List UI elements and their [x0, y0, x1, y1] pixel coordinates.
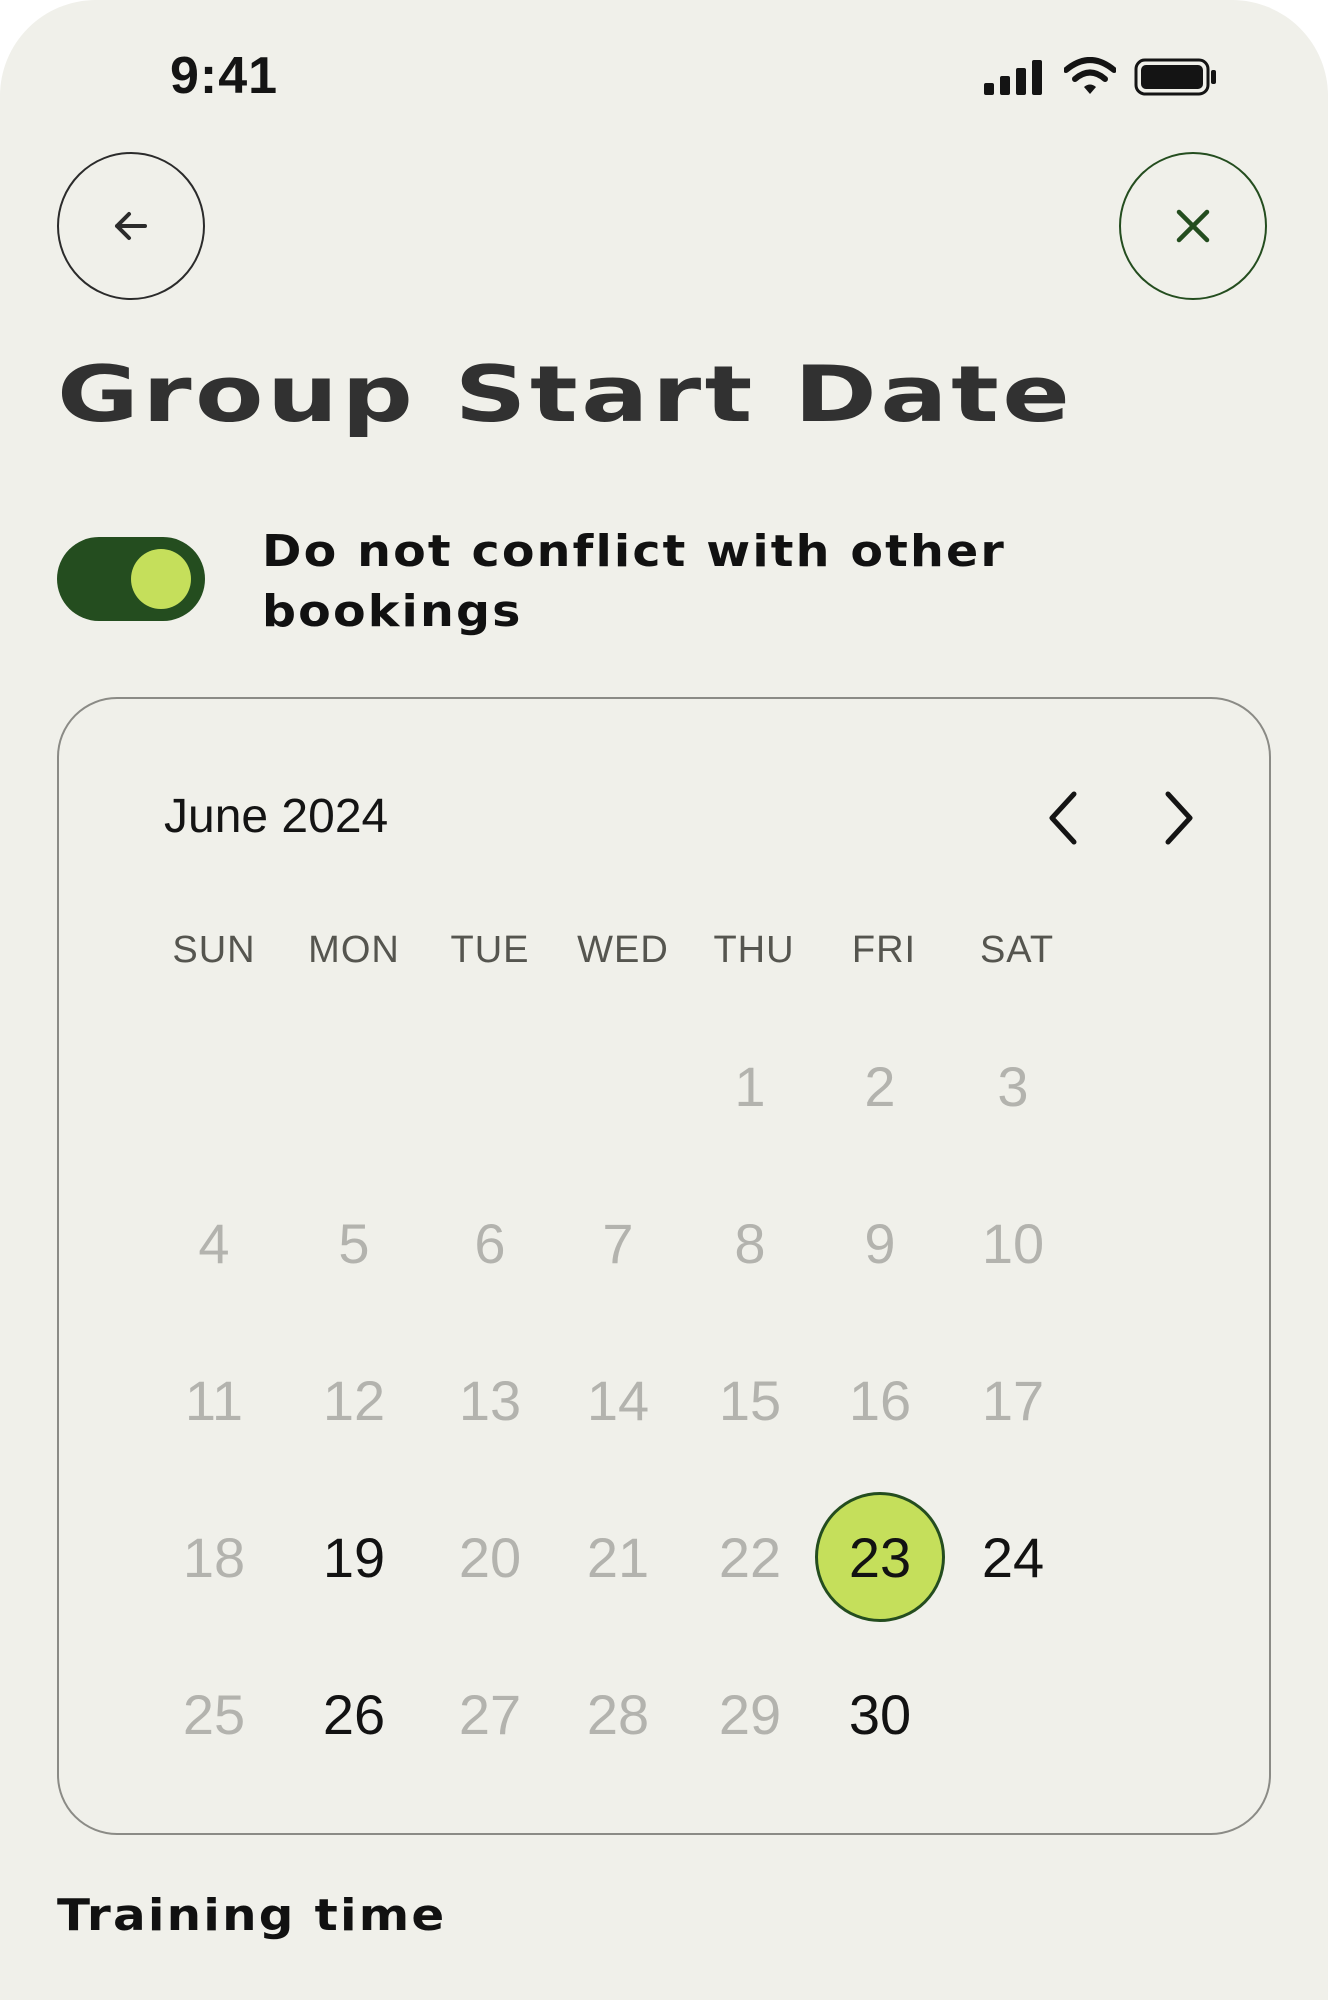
calendar-day: 18: [182, 1525, 246, 1589]
calendar-day: 11: [184, 1368, 244, 1432]
calendar-day: 9: [864, 1211, 896, 1275]
page-title: Group Start Date: [57, 350, 1074, 440]
calendar-day: 15: [718, 1368, 782, 1432]
calendar-day: 17: [981, 1368, 1045, 1432]
calendar-day: 22: [718, 1525, 782, 1589]
calendar-days-grid: 1 2 3 4 5 6 7 8 9 10 11 12 13 14 15 16 17 18 19 20 21 22 23 24 2…: [59, 699, 1269, 1833]
close-icon: [1176, 209, 1210, 243]
signal-icon: [984, 60, 1042, 95]
calendar-day: 5: [338, 1211, 370, 1275]
calendar-day[interactable]: 24: [948, 1492, 1078, 1622]
wifi-icon: [1064, 57, 1116, 94]
calendar-day: 8: [734, 1211, 766, 1275]
calendar-day-selected[interactable]: 23: [815, 1492, 945, 1622]
calendar-day: 21: [586, 1525, 650, 1589]
calendar-day: 4: [198, 1211, 230, 1275]
calendar-day: 29: [718, 1682, 782, 1746]
calendar-day: 16: [848, 1368, 912, 1432]
calendar-day: 3: [997, 1054, 1029, 1118]
status-icons: [982, 52, 1218, 102]
calendar-day: 12: [322, 1368, 386, 1432]
calendar-day: 6: [474, 1211, 506, 1275]
calendar-day: 27: [458, 1682, 522, 1746]
battery-icon: [1134, 58, 1216, 96]
arrow-left-icon: [115, 212, 147, 240]
screen: 9:41 Group Start Date Do not conflict wi…: [0, 0, 1328, 2000]
calendar-day: 14: [586, 1368, 650, 1432]
close-button[interactable]: [1119, 152, 1267, 300]
conflict-toggle[interactable]: [57, 537, 205, 621]
back-button[interactable]: [57, 152, 205, 300]
training-time-heading: Training time: [57, 1890, 447, 1941]
toggle-label: Do not conflict with other bookings: [262, 526, 1007, 637]
calendar-day: 13: [458, 1368, 522, 1432]
calendar: June 2024 SUN MON TUE WED THU FRI SAT 12…: [57, 697, 1271, 1835]
calendar-day: 2: [864, 1054, 896, 1118]
calendar-day: 28: [586, 1682, 650, 1746]
toggle-knob: [131, 549, 191, 609]
calendar-day: 20: [458, 1525, 522, 1589]
calendar-day: 7: [602, 1211, 634, 1275]
calendar-day: 1: [734, 1054, 766, 1118]
calendar-day[interactable]: 26: [289, 1649, 419, 1779]
calendar-day: 25: [182, 1682, 246, 1746]
calendar-day: 10: [981, 1211, 1045, 1275]
status-time: 9:41: [170, 47, 279, 105]
calendar-day[interactable]: 30: [815, 1649, 945, 1779]
calendar-day[interactable]: 19: [289, 1492, 419, 1622]
